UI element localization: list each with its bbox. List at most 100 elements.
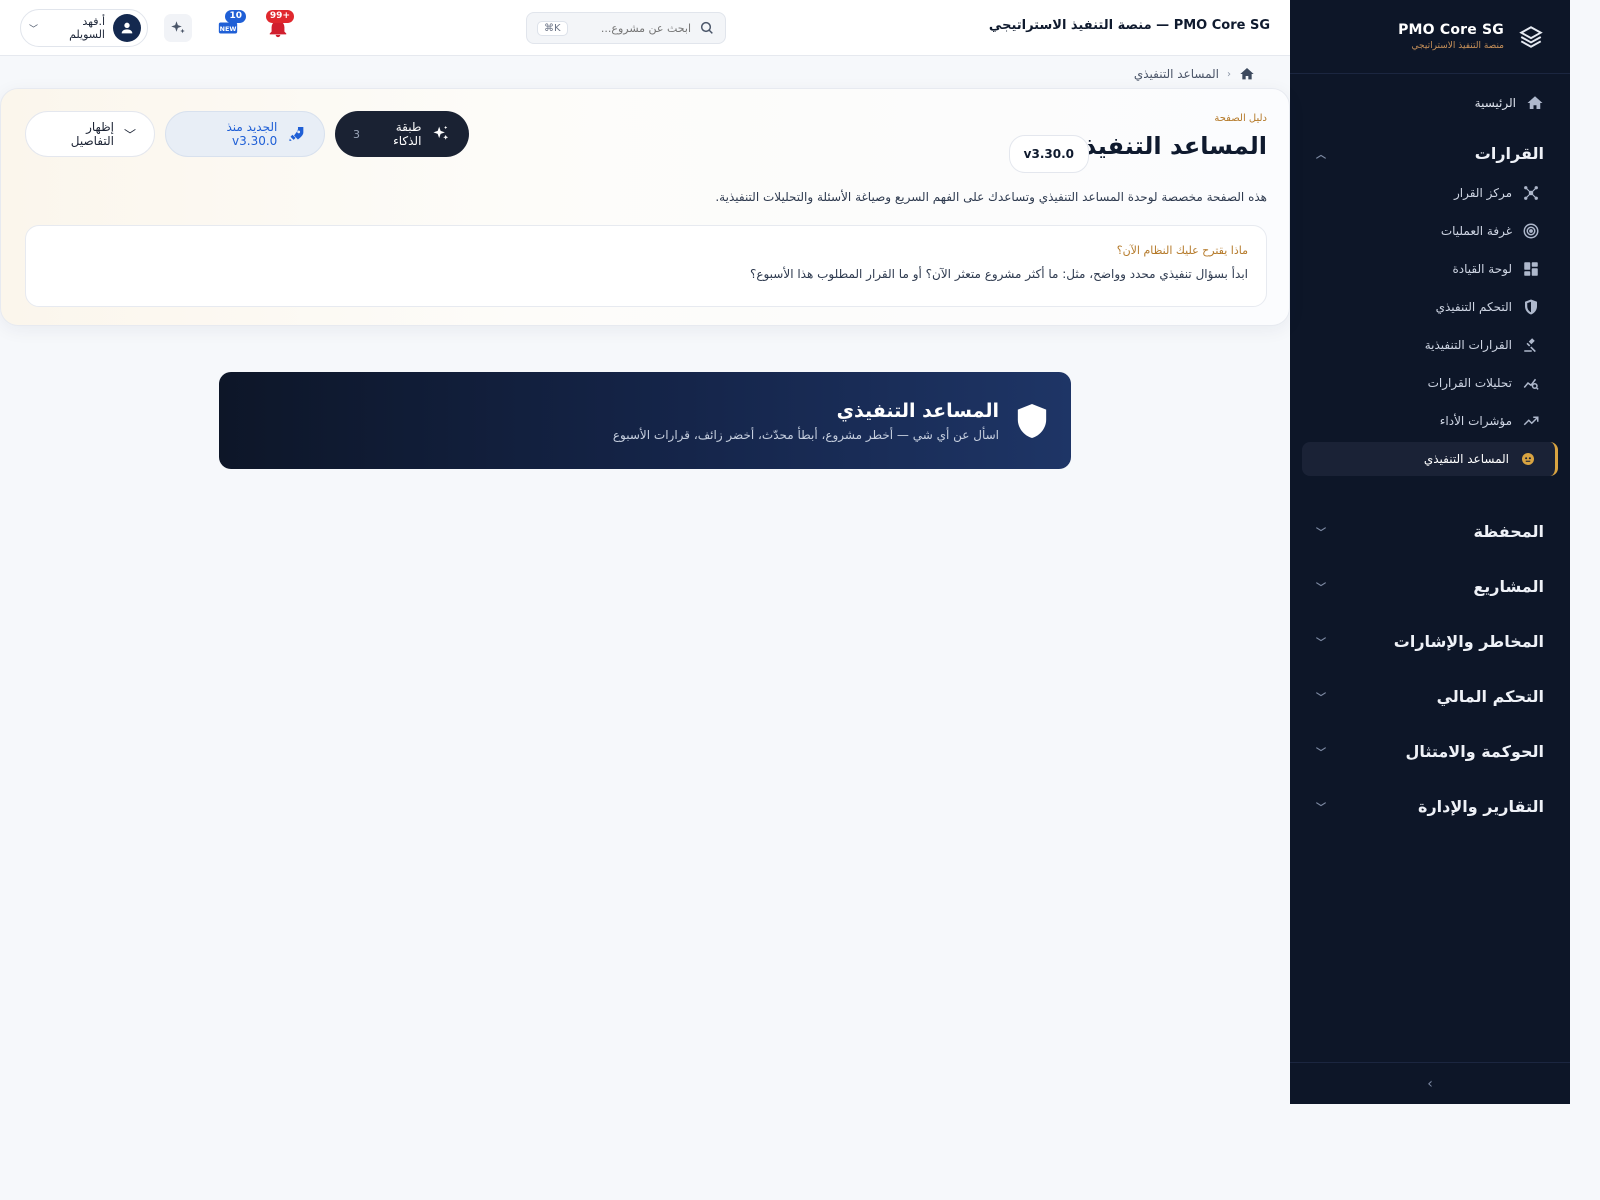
version-badge: v3.30.0 — [1008, 135, 1089, 173]
section-label: المخاطر والإشارات — [1393, 632, 1544, 651]
section-label: التحكم المالي — [1436, 687, 1544, 706]
section-decisions[interactable]: القرارات ︿ — [1302, 134, 1558, 172]
sidebar-item-executive-assistant[interactable]: المساعد التنفيذي — [1302, 442, 1558, 476]
suggestion-text: ابدأ بسؤال تنفيذي محدد وواضح، مثل: ما أك… — [749, 267, 1248, 281]
shield-icon — [1525, 299, 1537, 315]
sidebar-item-label: مؤشرات الأداء — [1439, 414, 1512, 428]
layers-logo-icon — [1519, 25, 1543, 48]
collapsed-sections: المحفظة ﹀ المشاريع ﹀ المخاطر والإشارات ﹀… — [1302, 504, 1558, 834]
search-shortcut: ⌘K — [537, 20, 568, 36]
ai-assist-button[interactable] — [164, 14, 192, 42]
assistant-hero: المساعد التنفيذي اسأل عن أي شي — أخطر مش… — [219, 372, 1071, 469]
analytics-icon — [1523, 378, 1539, 390]
sidebar-item-label: لوحة القيادة — [1452, 262, 1513, 276]
shield-icon — [1017, 403, 1047, 438]
sparkles-icon — [433, 125, 449, 140]
page-guide: دليل الصفحة المساعد التنفيذي v3.30.0 هذه… — [0, 88, 1290, 326]
search-box[interactable]: ⌘K — [526, 12, 726, 44]
hub-icon — [1524, 186, 1538, 200]
user-icon — [121, 22, 133, 34]
whats-new-button[interactable]: NEW 10 — [214, 10, 246, 42]
news-badge: 10 — [225, 10, 246, 23]
sidebar-item-executive-control[interactable]: التحكم التنفيذي — [1302, 290, 1558, 324]
ai-layer-label: طبقة الذكاء — [393, 120, 422, 148]
sidebar-item-operations-room[interactable]: غرفة العمليات — [1302, 214, 1558, 248]
page-description: هذه الصفحة مخصصة لوحدة المساعد التنفيذي … — [715, 190, 1267, 204]
sidebar-item-label: مركز القرار — [1453, 186, 1512, 200]
chevron-down-icon: ﹀ — [1316, 638, 1326, 649]
avatar — [113, 14, 141, 42]
gavel-icon — [1524, 338, 1536, 353]
sidebar-item-executive-decisions[interactable]: القرارات التنفيذية — [1302, 328, 1558, 362]
suggestion-card: ماذا يقترح عليك النظام الآن؟ ابدأ بسؤال … — [25, 225, 1267, 307]
chevron-right-icon: › — [1427, 1075, 1433, 1092]
notifications-badge: +99 — [265, 10, 294, 23]
sidebar-item-label: القرارات التنفيذية — [1424, 338, 1512, 352]
brand[interactable]: PMO Core SG منصة التنفيذ الاستراتيجي — [1290, 0, 1570, 74]
chevron-down-icon: ﹀ — [1316, 693, 1326, 704]
chevron-down-icon: ﹀ — [1316, 748, 1326, 759]
hero-title: المساعد التنفيذي — [836, 399, 999, 422]
search-icon — [700, 21, 713, 34]
home-icon[interactable] — [1239, 66, 1255, 82]
hero-subtitle: اسأل عن أي شي — أخطر مشروع، أبطأ محدّث، … — [612, 427, 999, 442]
chevron-up-icon: ︿ — [1316, 149, 1326, 161]
search-input[interactable] — [575, 21, 691, 35]
notifications-button[interactable]: +99 — [264, 10, 294, 42]
decisions-items: مركز القرار غرفة العمليات لوحة القيادة ا… — [1302, 172, 1558, 496]
section-risks[interactable]: المخاطر والإشارات ﹀ — [1302, 614, 1558, 669]
breadcrumb-current: المساعد التنفيذي — [1133, 67, 1219, 81]
sidebar-item-home[interactable]: الرئيسية — [1302, 88, 1558, 118]
section-projects[interactable]: المشاريع ﹀ — [1302, 559, 1558, 614]
sidebar-nav: الرئيسية القرارات ︿ مركز القرار غرفة الع… — [1290, 74, 1570, 834]
app-title: PMO Core SG — منصة التنفيذ الاستراتيجي — [988, 18, 1270, 33]
chevron-down-icon: ﹀ — [123, 127, 136, 142]
topbar: PMO Core SG — منصة التنفيذ الاستراتيجي ⌘… — [0, 0, 1290, 56]
section-financial-control[interactable]: التحكم المالي ﹀ — [1302, 669, 1558, 724]
show-details-label: إظهار التفاصيل — [70, 120, 114, 148]
whats-new-label: الجديد منذ v3.30.0 — [226, 120, 278, 148]
breadcrumb-separator-icon: ‹ — [1227, 68, 1231, 80]
section-reports[interactable]: التقارير والإدارة ﹀ — [1302, 779, 1558, 834]
section-label: الحوكمة والامتثال — [1405, 742, 1544, 761]
user-menu[interactable]: أ.فهد السويلم ﹀ — [20, 9, 148, 47]
chevron-down-icon: ﹀ — [1316, 528, 1326, 539]
ai-layer-button[interactable]: طبقة الذكاء 3 — [335, 111, 469, 157]
section-portfolio[interactable]: المحفظة ﹀ — [1302, 504, 1558, 559]
trend-icon — [1523, 416, 1539, 426]
home-icon — [1527, 96, 1543, 109]
chevron-down-icon: ﹀ — [1316, 583, 1326, 594]
sidebar-item-kpis[interactable]: مؤشرات الأداء — [1302, 404, 1558, 438]
rocket-icon — [289, 126, 304, 142]
sidebar-item-label: المساعد التنفيذي — [1423, 452, 1509, 466]
section-label: المشاريع — [1473, 577, 1544, 596]
sidebar-item-label: التحكم التنفيذي — [1435, 300, 1512, 314]
sidebar-item-label: غرفة العمليات — [1440, 224, 1512, 238]
dashboard-icon — [1524, 262, 1538, 276]
guide-eyebrow: دليل الصفحة — [1214, 113, 1267, 124]
section-label: التقارير والإدارة — [1418, 797, 1544, 816]
ai-layer-count: 3 — [353, 127, 360, 141]
page-title: المساعد التنفيذي — [1061, 132, 1267, 160]
sidebar: PMO Core SG منصة التنفيذ الاستراتيجي الر… — [1290, 0, 1570, 1104]
sidebar-item-dashboard[interactable]: لوحة القيادة — [1302, 252, 1558, 286]
chevron-down-icon: ﹀ — [29, 24, 39, 35]
whats-new-since-button[interactable]: الجديد منذ v3.30.0 — [165, 111, 325, 157]
suggestion-label: ماذا يقترح عليك النظام الآن؟ — [1116, 244, 1248, 257]
sparkles-icon — [171, 21, 185, 34]
breadcrumb: ‹ المساعد التنفيذي — [1134, 66, 1255, 82]
section-governance[interactable]: الحوكمة والامتثال ﹀ — [1302, 724, 1558, 779]
svg-text:NEW: NEW — [220, 25, 237, 33]
show-details-button[interactable]: ﹀ إظهار التفاصيل — [25, 111, 155, 157]
section-label: المحفظة — [1473, 522, 1544, 541]
user-name: أ.فهد السويلم — [69, 15, 105, 41]
section-label: القرارات — [1474, 143, 1544, 163]
brand-title: PMO Core SG — [1398, 22, 1504, 38]
sidebar-collapse-button[interactable]: › — [1290, 1062, 1570, 1104]
brand-subtitle: منصة التنفيذ الاستراتيجي — [1411, 41, 1504, 51]
target-icon — [1523, 223, 1539, 239]
sidebar-item-label: الرئيسية — [1474, 96, 1516, 110]
bot-icon — [1522, 453, 1534, 465]
sidebar-item-decision-analytics[interactable]: تحليلات القرارات — [1302, 366, 1558, 400]
sidebar-item-decision-center[interactable]: مركز القرار — [1302, 176, 1558, 210]
